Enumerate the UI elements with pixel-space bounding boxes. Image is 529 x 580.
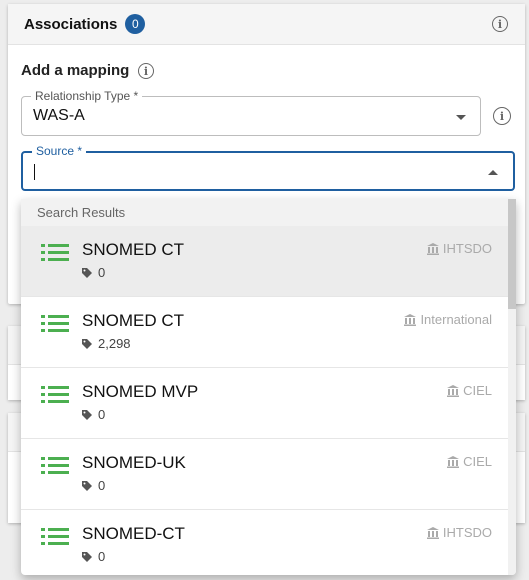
result-name: SNOMED-CT — [82, 524, 185, 543]
source-autocomplete[interactable]: Source * — [21, 144, 515, 191]
result-org: IHTSDO — [426, 525, 492, 540]
add-mapping-info-icon[interactable]: i — [138, 63, 154, 79]
result-count: 0 — [82, 549, 105, 564]
results-list: SNOMED CT 0 IHTSDO SNOMED CT 2,298 Inter… — [21, 226, 516, 575]
info-icon[interactable]: i — [492, 16, 508, 32]
relationship-type-value: WAS-A — [33, 107, 85, 124]
result-org-label: IHTSDO — [442, 525, 492, 540]
result-org-label: IHTSDO — [442, 241, 492, 256]
bank-icon — [426, 242, 439, 255]
tag-icon — [82, 338, 92, 349]
source-search-results-dropdown: Search Results SNOMED CT 0 IHTSDO SNOMED… — [21, 199, 516, 575]
associations-header: Associations 0 i — [8, 4, 525, 45]
result-org-label: International — [420, 312, 492, 327]
dropdown-scrollbar[interactable] — [508, 199, 516, 575]
result-count-value: 0 — [98, 478, 106, 493]
search-results-header: Search Results — [21, 199, 516, 226]
result-name: SNOMED CT — [82, 311, 184, 330]
relationship-type-label: Relationship Type * — [31, 89, 143, 103]
associations-count-badge: 0 — [125, 14, 146, 34]
search-result-item[interactable]: SNOMED-CT 0 IHTSDO — [21, 510, 516, 575]
result-name: SNOMED MVP — [82, 382, 199, 401]
result-count: 0 — [82, 478, 105, 493]
add-mapping-label: Add a mapping — [21, 62, 130, 79]
bank-icon — [426, 526, 439, 539]
tag-icon — [82, 409, 92, 420]
tag-icon — [82, 480, 92, 491]
result-org: CIEL — [447, 454, 492, 469]
result-count-value: 0 — [98, 265, 106, 280]
list-icon — [41, 528, 69, 546]
text-cursor — [34, 164, 35, 180]
result-org: IHTSDO — [426, 241, 492, 256]
list-icon — [41, 244, 69, 262]
result-count-value: 0 — [98, 549, 106, 564]
result-org-label: CIEL — [463, 454, 492, 469]
tag-icon — [82, 267, 92, 278]
list-icon — [41, 386, 69, 404]
search-result-item[interactable]: SNOMED CT 2,298 International — [21, 297, 516, 368]
bank-icon — [447, 384, 460, 397]
result-count-value: 0 — [98, 407, 106, 422]
result-name: SNOMED-UK — [82, 453, 186, 472]
result-org: International — [404, 312, 492, 327]
chevron-down-icon[interactable] — [456, 115, 466, 120]
result-count: 0 — [82, 407, 105, 422]
result-count: 2,298 — [82, 336, 131, 351]
scrollbar-thumb[interactable] — [508, 199, 516, 309]
search-result-item[interactable]: SNOMED CT 0 IHTSDO — [21, 226, 516, 297]
result-name: SNOMED CT — [82, 240, 184, 259]
tag-icon — [82, 551, 92, 562]
result-count-value: 2,298 — [98, 336, 131, 351]
result-org: CIEL — [447, 383, 492, 398]
add-mapping-title: Add a mapping — [21, 62, 129, 79]
source-label: Source * — [32, 144, 87, 158]
list-icon — [41, 457, 69, 475]
chevron-up-icon[interactable] — [488, 170, 498, 175]
result-org-label: CIEL — [463, 383, 492, 398]
result-count: 0 — [82, 265, 105, 280]
relationship-type-select[interactable]: Relationship Type * WAS-A — [21, 89, 481, 136]
bank-icon — [447, 455, 460, 468]
search-result-item[interactable]: SNOMED MVP 0 CIEL — [21, 368, 516, 439]
panel-title: Associations — [24, 15, 118, 33]
search-result-item[interactable]: SNOMED-UK 0 CIEL — [21, 439, 516, 510]
relationship-type-info-icon[interactable]: i — [493, 107, 511, 125]
list-icon — [41, 315, 69, 333]
bank-icon — [404, 313, 417, 326]
